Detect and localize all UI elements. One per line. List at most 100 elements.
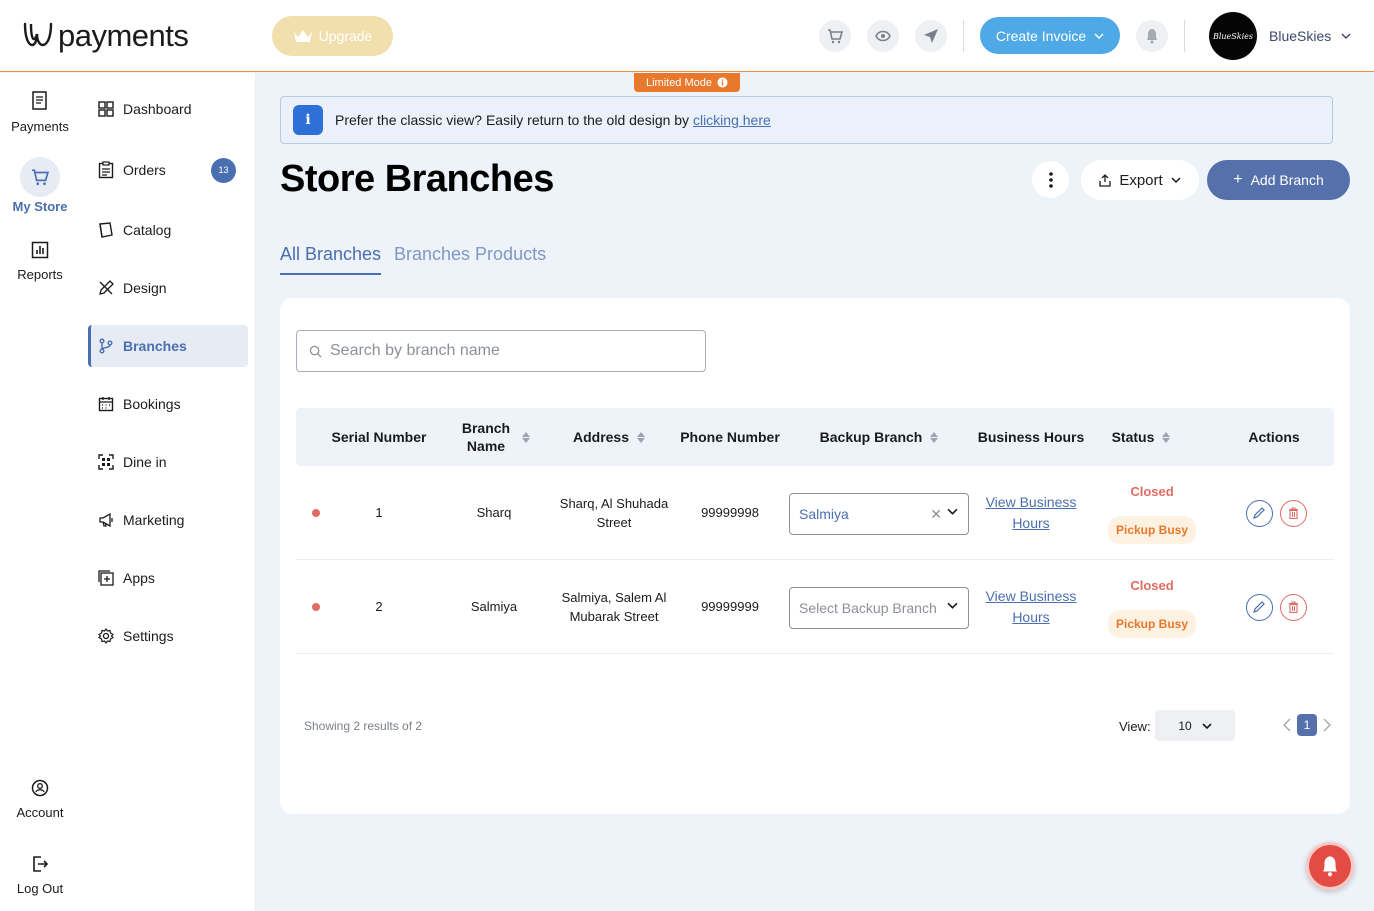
sidebar-item-catalog[interactable]: Catalog — [88, 209, 248, 251]
add-branch-button[interactable]: + Add Branch — [1207, 160, 1350, 200]
top-bar: payments Upgrade Create Invoice BlueSkie… — [0, 0, 1374, 72]
apps-plus-icon — [98, 570, 114, 586]
status-badge: Pickup Busy — [1107, 515, 1197, 544]
chevron-down-icon — [1094, 32, 1104, 39]
create-invoice-button[interactable]: Create Invoice — [980, 17, 1120, 54]
rail-label: Reports — [17, 267, 63, 282]
rail-item-my-store[interactable]: My Store — [0, 157, 80, 220]
rail-item-logout[interactable]: Log Out — [0, 855, 80, 896]
cell-branch-name: Salmiya — [470, 599, 518, 615]
search-input[interactable] — [330, 342, 700, 360]
branches-fork-icon — [99, 338, 113, 354]
kebab-menu-icon — [1048, 171, 1053, 188]
divider — [963, 20, 964, 52]
sidebar-item-design[interactable]: Design — [88, 267, 248, 309]
sidebar-item-dine-in[interactable]: Dine in — [88, 441, 248, 483]
sidebar-item-label: Dashboard — [123, 101, 192, 117]
rail-label: Log Out — [16, 881, 64, 896]
col-actions: Actions — [1216, 408, 1332, 466]
cell-branch-name: Sharq — [476, 505, 512, 521]
col-label: Phone Number — [680, 428, 780, 445]
col-backup-branch[interactable]: Backup Branch — [789, 408, 969, 466]
address-text: Sharq, Al Shuhada Street — [559, 495, 669, 531]
send-button[interactable] — [915, 20, 947, 52]
cell-address: Sharq, Al Shuhada Street — [554, 466, 674, 560]
chevron-left-icon[interactable] — [1283, 718, 1291, 732]
avatar[interactable]: BlueSkies — [1209, 12, 1257, 60]
user-menu[interactable]: BlueSkies — [1269, 28, 1351, 44]
page-size-value: 10 — [1178, 718, 1192, 733]
cell-actions — [1236, 560, 1316, 654]
rail-label: Account — [16, 805, 64, 820]
sidebar-item-settings[interactable]: Settings — [88, 615, 248, 657]
bookings-calendar-icon — [98, 397, 114, 412]
backup-branch-placeholder: Select Backup Branch — [799, 600, 937, 616]
settings-gear-icon — [98, 628, 114, 644]
export-label: Export — [1119, 171, 1163, 189]
more-options-button[interactable] — [1032, 161, 1069, 198]
tab-all-branches[interactable]: All Branches — [280, 244, 382, 275]
rail-item-account[interactable]: Account — [0, 779, 80, 820]
bell-icon — [1147, 29, 1157, 44]
delete-button[interactable] — [1279, 499, 1307, 527]
cell-business-hours: View Business Hours — [971, 560, 1091, 654]
sidebar-item-label: Apps — [123, 570, 155, 586]
chevron-down-icon — [947, 508, 958, 515]
tab-branches-products[interactable]: Branches Products — [394, 244, 546, 273]
status-badge: Pickup Busy — [1107, 609, 1197, 638]
notification-fab[interactable] — [1306, 842, 1354, 890]
avatar-logo-text: BlueSkies — [1212, 31, 1254, 41]
sidebar-item-marketing[interactable]: Marketing — [88, 499, 248, 541]
page-size-select[interactable]: 10 — [1155, 710, 1235, 741]
sidebar-item-apps[interactable]: Apps — [88, 557, 248, 599]
notifications-button[interactable] — [1136, 20, 1168, 52]
dashboard-grid-icon — [98, 101, 114, 117]
col-status[interactable]: Status — [1098, 408, 1184, 466]
sort-icon — [522, 431, 530, 443]
classic-view-link[interactable]: clicking here — [693, 112, 771, 128]
rail-item-reports[interactable]: Reports — [0, 241, 80, 282]
cart-icon — [32, 169, 49, 186]
edit-button[interactable] — [1245, 499, 1273, 527]
sidebar-item-bookings[interactable]: Bookings — [88, 383, 248, 425]
store-cart-button[interactable] — [819, 20, 851, 52]
export-button[interactable]: Export — [1081, 160, 1199, 200]
col-label: Serial Number — [331, 428, 427, 445]
view-label: View: — [1119, 719, 1151, 734]
preview-button[interactable] — [867, 20, 899, 52]
sidebar-item-orders[interactable]: Orders 13 — [88, 149, 248, 191]
address-text: Salmiya, Salem Al Mubarak Street — [561, 589, 667, 625]
design-pencil-icon — [99, 280, 114, 295]
sidebar-item-branches[interactable]: Branches — [88, 325, 248, 367]
export-share-icon — [1099, 173, 1111, 187]
col-branch-name[interactable]: Branch Name — [442, 408, 546, 466]
upgrade-button[interactable]: Upgrade — [272, 16, 393, 56]
table-header: Serial Number Branch Name Address Phone … — [296, 408, 1334, 466]
backup-branch-select[interactable]: Salmiya ✕ — [789, 493, 969, 535]
clear-icon[interactable]: ✕ — [930, 506, 942, 523]
view-business-hours-link[interactable]: View Business Hours — [985, 492, 1077, 534]
limited-mode-badge[interactable]: Limited Mode — [634, 73, 740, 92]
orders-clipboard-icon — [98, 161, 114, 179]
table-row: 2 Salmiya Salmiya, Salem Al Mubarak Stre… — [296, 560, 1334, 654]
delete-button[interactable] — [1279, 593, 1307, 621]
create-invoice-label: Create Invoice — [995, 27, 1087, 44]
payments-doc-icon — [32, 91, 47, 110]
logo[interactable]: payments — [22, 18, 189, 54]
pencil-icon — [1253, 507, 1265, 519]
sidebar-item-dashboard[interactable]: Dashboard — [88, 88, 248, 130]
crown-icon — [293, 30, 312, 42]
chevron-right-icon[interactable] — [1323, 718, 1331, 732]
rail-label: My Store — [12, 199, 68, 214]
rail-item-payments[interactable]: Payments — [0, 91, 80, 134]
backup-branch-select[interactable]: Select Backup Branch — [789, 587, 969, 629]
add-branch-label: Add Branch — [1250, 172, 1324, 188]
edit-button[interactable] — [1245, 593, 1273, 621]
col-label: Backup Branch — [819, 428, 923, 445]
icon-rail: Payments My Store Reports Account Log Ou… — [0, 73, 80, 911]
page-number-button[interactable]: 1 — [1297, 714, 1317, 736]
cell-phone: 99999998 — [701, 505, 759, 521]
col-address[interactable]: Address — [554, 408, 664, 466]
view-business-hours-link[interactable]: View Business Hours — [985, 586, 1077, 628]
chevron-down-icon — [1171, 177, 1181, 183]
